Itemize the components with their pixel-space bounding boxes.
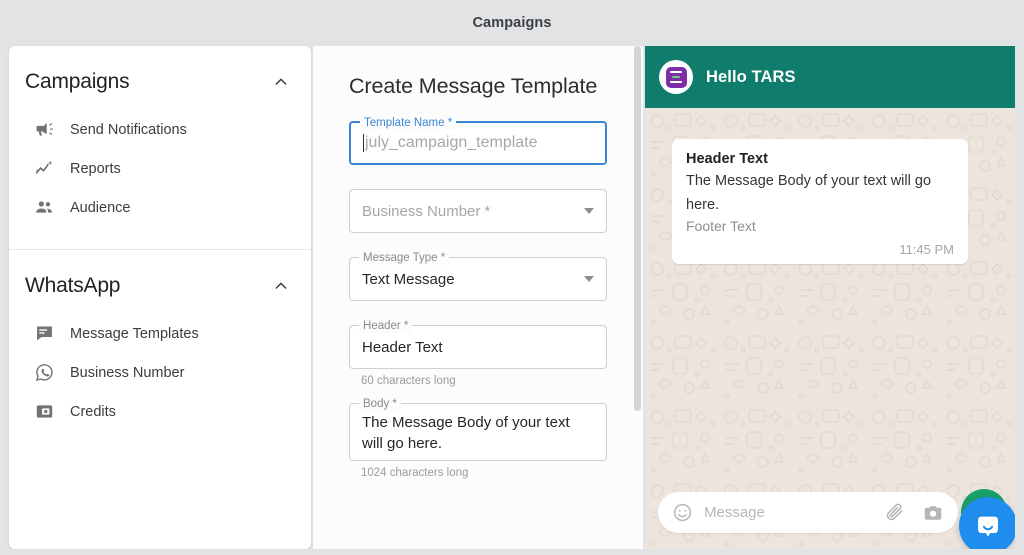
sidebar-item-label: Send Notifications <box>70 121 187 138</box>
sidebar-item-label: Business Number <box>70 364 185 381</box>
sidebar-item-audience[interactable]: Audience <box>9 188 311 227</box>
top-bar: Campaigns <box>0 0 1024 46</box>
template-name-input[interactable]: Template Name * july_campaign_template <box>349 116 607 165</box>
chevron-up-icon[interactable] <box>273 74 289 90</box>
whatsapp-preview-panel: Hello TARS Header Text The Message Body … <box>645 46 1015 549</box>
whatsapp-icon <box>25 362 61 383</box>
sidebar-item-label: Message Templates <box>70 325 199 342</box>
sidebar-item-business-number[interactable]: Business Number <box>9 353 311 392</box>
form-scroll-area: Create Message Template Template Name * … <box>313 46 643 549</box>
sidebar: Campaigns Send Notifications Reports Aud… <box>9 46 311 549</box>
sidebar-item-label: Credits <box>70 403 116 420</box>
chevron-down-icon[interactable] <box>584 276 594 282</box>
sidebar-section-campaigns: Campaigns Send Notifications Reports Aud… <box>9 46 311 249</box>
body-value: The Message Body of your text will go he… <box>362 414 570 452</box>
sidebar-item-send-notifications[interactable]: Send Notifications <box>9 110 311 149</box>
people-icon <box>25 197 61 218</box>
sidebar-section-header-campaigns[interactable]: Campaigns <box>9 46 311 110</box>
bubble-header-text: Header Text <box>686 151 768 167</box>
emoji-smile-icon[interactable] <box>672 502 693 523</box>
template-name-placeholder: july_campaign_template <box>365 134 538 151</box>
camera-icon[interactable] <box>922 502 944 524</box>
header-input[interactable]: Header * Header Text <box>349 319 607 369</box>
sidebar-items-whatsapp: Message Templates Business Number Credit… <box>9 314 311 453</box>
sidebar-item-message-templates[interactable]: Message Templates <box>9 314 311 353</box>
bottom-bar <box>0 549 1024 555</box>
bubble-timestamp: 11:45 PM <box>899 242 954 257</box>
message-bubble: Header Text The Message Body of your tex… <box>672 139 968 264</box>
whatsapp-chat-header: Hello TARS <box>645 46 1015 108</box>
sidebar-section-whatsapp: WhatsApp Message Templates Business Numb… <box>9 249 311 453</box>
field-message-type: Message Type * Text Message <box>349 251 607 301</box>
sidebar-item-label: Reports <box>70 160 121 177</box>
field-body: Body * The Message Body of your text wil… <box>349 397 607 461</box>
contact-name: Hello TARS <box>706 67 796 86</box>
sidebar-section-title: WhatsApp <box>25 274 121 297</box>
field-business-number: Business Number * <box>349 189 607 233</box>
message-type-label: Message Type * <box>359 251 450 265</box>
template-name-label: Template Name * <box>360 116 457 130</box>
paperclip-icon[interactable] <box>884 502 905 523</box>
megaphone-icon <box>25 119 61 140</box>
chevron-down-icon[interactable] <box>584 208 594 214</box>
app-root: Campaigns Campaigns Send Notifications R… <box>0 0 1024 555</box>
whatsapp-chat-body: Header Text The Message Body of your tex… <box>645 108 1015 549</box>
sidebar-item-label: Audience <box>70 199 131 216</box>
bubble-body-text: The Message Body of your text will go he… <box>686 173 932 213</box>
body-textarea[interactable]: Body * The Message Body of your text wil… <box>349 397 607 461</box>
page-title: Campaigns <box>472 15 552 31</box>
sidebar-section-title: Campaigns <box>25 70 130 93</box>
sidebar-item-reports[interactable]: Reports <box>9 149 311 188</box>
body-label: Body * <box>359 397 401 411</box>
intercom-bubble-glyph <box>978 516 998 537</box>
business-number-select[interactable]: Business Number * <box>349 189 607 233</box>
form-title: Create Message Template <box>349 74 598 98</box>
text-cursor <box>363 134 364 152</box>
intercom-chat-icon[interactable] <box>959 497 1015 549</box>
message-type-value: Text Message <box>362 270 455 288</box>
insights-chart-icon <box>25 158 61 179</box>
header-value: Header Text <box>362 338 443 356</box>
header-helper-text: 60 characters long <box>361 375 456 387</box>
sidebar-section-header-whatsapp[interactable]: WhatsApp <box>9 250 311 314</box>
sidebar-items-campaigns: Send Notifications Reports Audience <box>9 110 311 249</box>
sidebar-item-credits[interactable]: Credits <box>9 392 311 431</box>
avatar-glyph <box>665 66 687 88</box>
tars-logo-icon <box>659 60 693 94</box>
wallet-icon <box>25 401 61 422</box>
form-scrollbar[interactable] <box>634 46 641 411</box>
message-type-select[interactable]: Message Type * Text Message <box>349 251 607 301</box>
avatar-line <box>670 70 682 74</box>
composer-actions <box>884 502 944 524</box>
chevron-up-icon[interactable] <box>273 278 289 294</box>
chat-bubble-icon <box>25 323 61 344</box>
avatar-line <box>672 75 680 79</box>
create-template-form-panel: Create Message Template Template Name * … <box>313 46 643 549</box>
header-label: Header * <box>359 319 413 333</box>
body-helper-text: 1024 characters long <box>361 467 469 479</box>
business-number-placeholder: Business Number * <box>362 202 491 220</box>
message-composer[interactable]: Message <box>658 492 958 533</box>
field-template-name: Template Name * july_campaign_template <box>349 116 607 165</box>
bubble-footer-text: Footer Text <box>686 218 756 234</box>
field-header: Header * Header Text <box>349 319 607 369</box>
avatar-line <box>670 80 682 84</box>
message-input-placeholder[interactable]: Message <box>693 504 884 521</box>
